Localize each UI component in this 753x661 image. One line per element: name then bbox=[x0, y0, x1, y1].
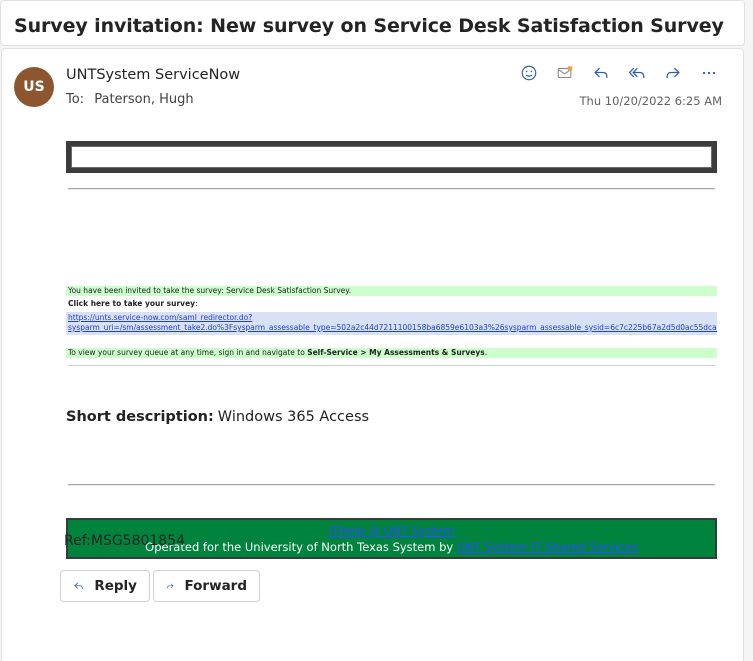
emoji-icon bbox=[521, 65, 537, 81]
it-shared-services-link[interactable]: UNT System IT Shared Services bbox=[457, 540, 638, 554]
reply-icon bbox=[594, 67, 608, 79]
header-banner-image bbox=[71, 146, 712, 168]
forward-button-bottom[interactable]: Forward bbox=[153, 570, 260, 602]
forward-icon bbox=[666, 67, 680, 79]
invited-text: You have been invited to take the survey… bbox=[66, 286, 717, 296]
forward-icon bbox=[167, 583, 174, 589]
survey-link-line1: https://unts.service-now.com/saml_redire… bbox=[68, 313, 253, 322]
divider bbox=[68, 188, 715, 190]
queue-path: Self-Service > My Assessments & Surveys bbox=[307, 348, 485, 357]
forward-button[interactable] bbox=[657, 61, 689, 85]
unread-mail-icon bbox=[557, 66, 573, 79]
mark-unread-button[interactable] bbox=[549, 61, 581, 85]
forward-label: Forward bbox=[184, 578, 247, 594]
subject-header: Survey invitation: New survey on Service… bbox=[0, 0, 745, 46]
queue-text-suffix: . bbox=[484, 348, 488, 357]
divider bbox=[68, 484, 715, 486]
click-here-line: Click here to take your survey: bbox=[66, 299, 717, 309]
reference-number: Ref:MSG5801854 bbox=[64, 533, 186, 549]
ithelp-link[interactable]: ITHelp @ UNT System bbox=[328, 524, 454, 538]
reply-all-icon bbox=[628, 67, 645, 79]
survey-link-line2: sysparm_uri=/sm/assessment_take2.do%3Fsy… bbox=[68, 323, 717, 332]
reply-all-button[interactable] bbox=[621, 61, 653, 85]
divider bbox=[68, 365, 715, 366]
email-reading-pane: Survey invitation: New survey on Service… bbox=[0, 0, 753, 661]
reply-button-bottom[interactable]: Reply bbox=[60, 570, 150, 602]
reply-icon bbox=[74, 582, 83, 590]
more-actions-button[interactable] bbox=[693, 61, 725, 85]
short-description-value: Windows 365 Access bbox=[217, 409, 370, 425]
more-icon bbox=[702, 71, 716, 75]
email-subject: Survey invitation: New survey on Service… bbox=[14, 15, 724, 37]
recipient-name[interactable]: Paterson, Hugh bbox=[94, 92, 193, 107]
footer-text: Operated for the University of North Tex… bbox=[145, 540, 457, 554]
reply-button[interactable] bbox=[585, 61, 617, 85]
survey-link[interactable]: https://unts.service-now.com/saml_redire… bbox=[68, 313, 717, 333]
to-label: To: bbox=[66, 92, 85, 107]
react-button[interactable] bbox=[513, 61, 545, 85]
survey-link-row: https://unts.service-now.com/saml_redire… bbox=[66, 312, 717, 335]
sender-name[interactable]: UNTSystem ServiceNow bbox=[66, 67, 240, 83]
header-banner-frame bbox=[66, 141, 717, 173]
recipient-line: To: Paterson, Hugh bbox=[66, 92, 194, 107]
short-description: Short description: Windows 365 Access bbox=[66, 409, 369, 425]
click-here-label: Click here to take your survey bbox=[68, 299, 196, 308]
message-timestamp: Thu 10/20/2022 6:25 AM bbox=[579, 94, 722, 108]
reply-label: Reply bbox=[94, 578, 137, 594]
click-here-suffix: : bbox=[195, 299, 198, 308]
short-description-label: Short description: bbox=[66, 409, 214, 425]
message-actions-toolbar bbox=[513, 61, 725, 85]
survey-queue-text: To view your survey queue at any time, s… bbox=[66, 348, 717, 358]
avatar[interactable]: US bbox=[14, 67, 54, 107]
queue-text-prefix: To view your survey queue at any time, s… bbox=[68, 348, 308, 357]
